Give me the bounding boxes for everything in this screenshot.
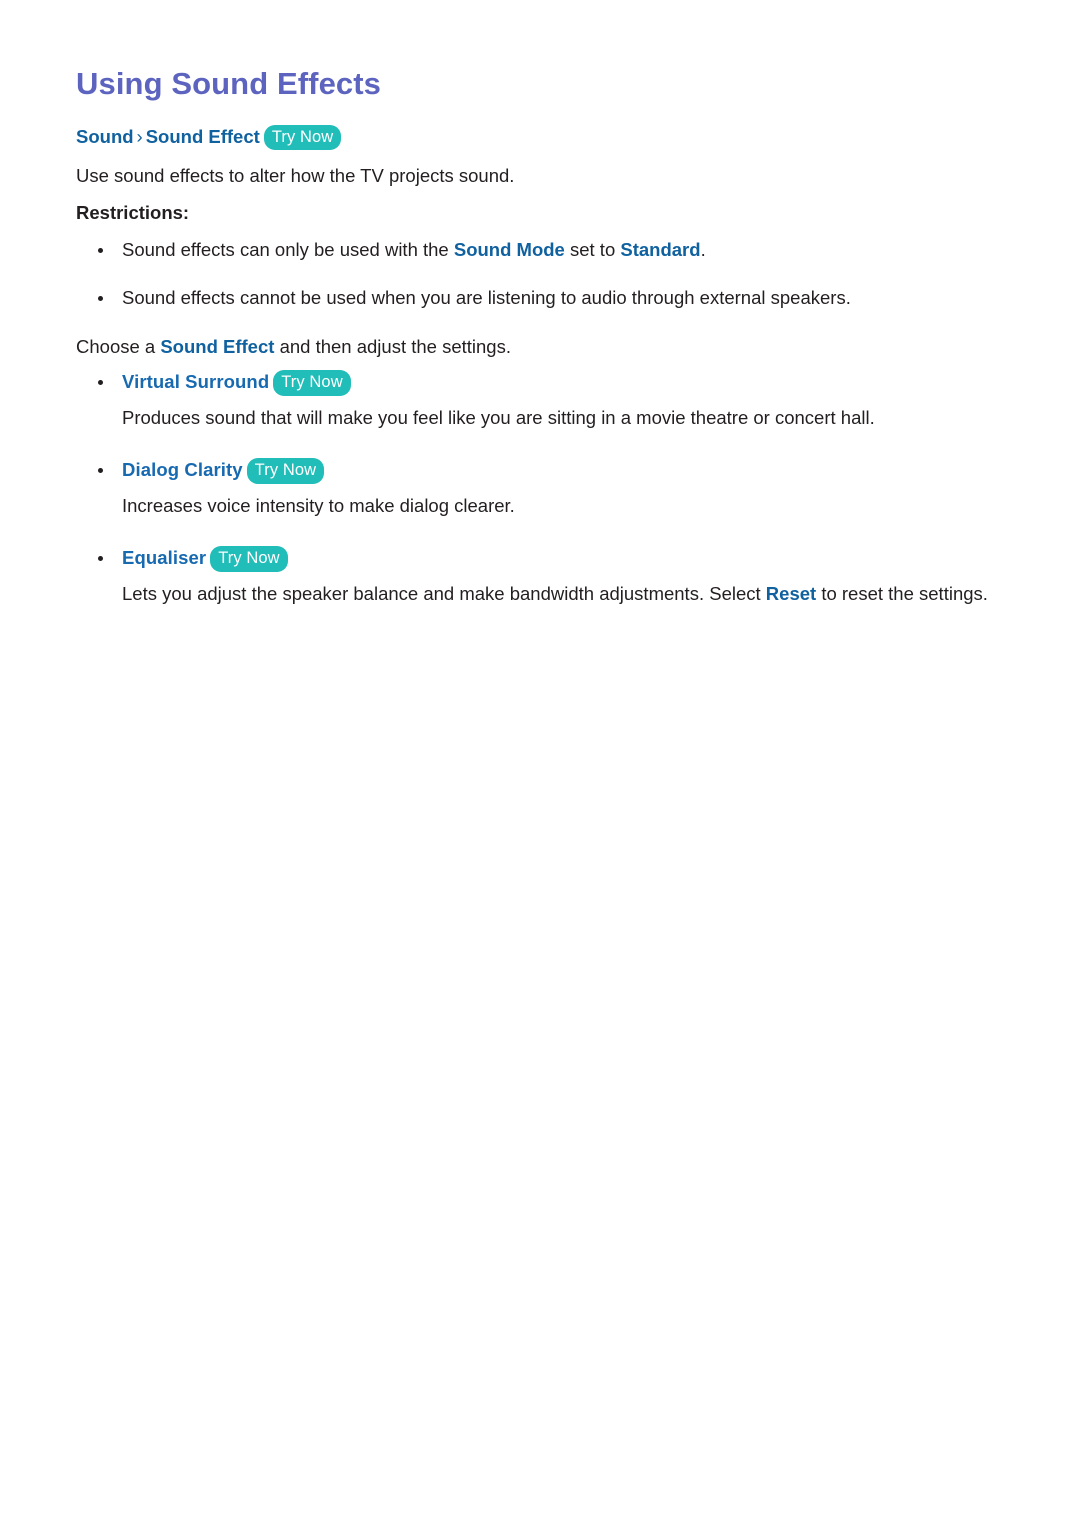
list-item: Virtual Surround Try Now bbox=[76, 367, 990, 397]
equaliser-desc-pre: Lets you adjust the speaker balance and … bbox=[122, 583, 766, 605]
sound-effect-options-list-3: Equaliser Try Now bbox=[76, 543, 990, 573]
choose-text-post: and then adjust the settings. bbox=[274, 336, 511, 358]
breadcrumb-root[interactable]: Sound bbox=[76, 126, 134, 147]
choose-highlight-sound-effect[interactable]: Sound Effect bbox=[160, 336, 274, 357]
equaliser-highlight-reset[interactable]: Reset bbox=[766, 583, 816, 604]
breadcrumb-leaf[interactable]: Sound Effect bbox=[146, 126, 260, 147]
try-now-badge-breadcrumb[interactable]: Try Now bbox=[263, 124, 342, 151]
restrictions-heading: Restrictions: bbox=[76, 201, 190, 223]
try-now-badge-equaliser[interactable]: Try Now bbox=[210, 546, 288, 572]
restriction-highlight-standard[interactable]: Standard bbox=[620, 239, 700, 260]
intro-paragraph: Use sound effects to alter how the TV pr… bbox=[76, 165, 515, 187]
page-title: Using Sound Effects bbox=[76, 66, 382, 101]
option-description-dialog-clarity: Increases voice intensity to make dialog… bbox=[122, 495, 515, 517]
choose-text-pre: Choose a bbox=[76, 336, 161, 358]
restriction-highlight-sound-mode[interactable]: Sound Mode bbox=[454, 239, 565, 260]
breadcrumb: Sound › Sound Effect Try Now bbox=[76, 123, 990, 151]
sound-effect-options-list: Virtual Surround Try Now bbox=[76, 367, 990, 397]
list-item: Dialog Clarity Try Now bbox=[76, 455, 990, 485]
restriction-text-pre: Sound effects cannot be used when you ar… bbox=[122, 287, 851, 309]
restriction-text-post: . bbox=[700, 239, 706, 261]
option-description-virtual-surround: Produces sound that will make you feel l… bbox=[122, 407, 875, 429]
choose-paragraph: Choose a Sound Effect and then adjust th… bbox=[76, 331, 990, 363]
equaliser-desc-post: to reset the settings. bbox=[816, 583, 988, 605]
option-label-dialog-clarity[interactable]: Dialog Clarity bbox=[122, 459, 243, 480]
option-label-equaliser[interactable]: Equaliser bbox=[122, 547, 206, 568]
option-label-virtual-surround[interactable]: Virtual Surround bbox=[122, 371, 269, 392]
restrictions-list: Sound effects can only be used with the … bbox=[76, 235, 990, 313]
try-now-badge-virtual-surround[interactable]: Try Now bbox=[273, 370, 351, 396]
restriction-text-mid: set to bbox=[564, 239, 621, 261]
option-description-equaliser: Lets you adjust the speaker balance and … bbox=[76, 579, 990, 609]
document-page: Using Sound Effects Sound › Sound Effect Tr… bbox=[0, 0, 1080, 1527]
breadcrumb-separator-icon: › bbox=[136, 125, 143, 147]
list-item: Sound effects can only be used with the … bbox=[76, 235, 990, 265]
list-item: Sound effects cannot be used when you ar… bbox=[76, 283, 990, 313]
sound-effect-options-list-2: Dialog Clarity Try Now bbox=[76, 455, 990, 485]
restriction-text-pre: Sound effects can only be used with the bbox=[122, 239, 454, 261]
list-item: Equaliser Try Now bbox=[76, 543, 990, 573]
try-now-badge-dialog-clarity[interactable]: Try Now bbox=[246, 458, 325, 484]
